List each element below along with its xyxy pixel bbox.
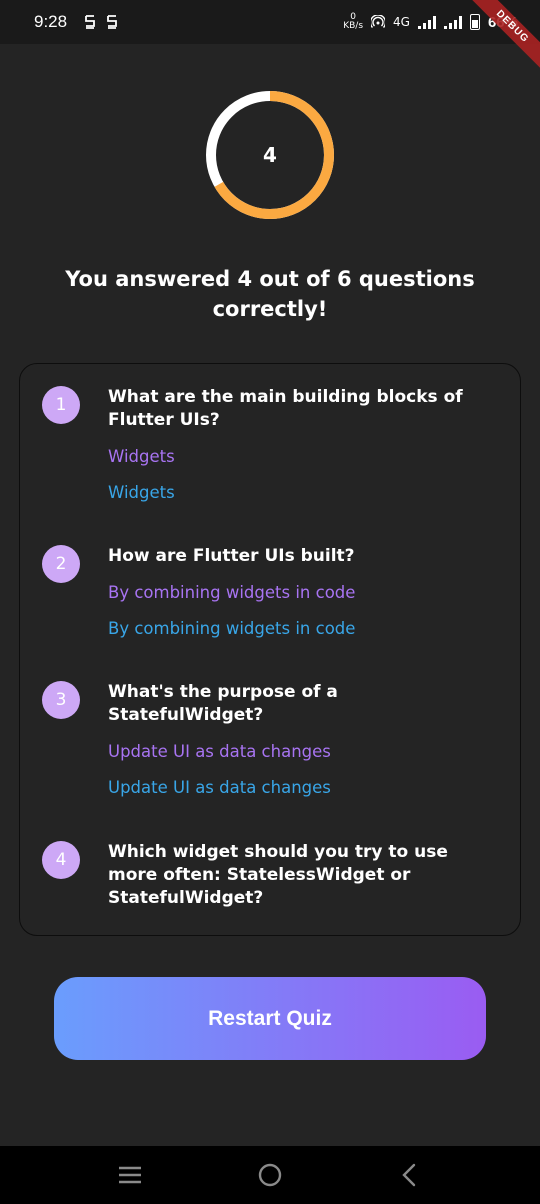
net-speed: 0 KB/s (343, 12, 364, 31)
correct-answer: Widgets (108, 483, 175, 502)
user-answer: By combining widgets in code (108, 583, 356, 602)
restart-quiz-button[interactable]: Restart Quiz (54, 977, 486, 1060)
system-nav-bar (0, 1146, 540, 1204)
signal-icon (443, 15, 462, 29)
correct-answer: By combining widgets in code (108, 619, 356, 638)
menu-icon[interactable] (116, 1161, 144, 1189)
result-title: You answered 4 out of 6 questions correc… (65, 267, 475, 321)
status-bar: 9:28 0 KB/s 4G 66% (0, 0, 540, 44)
question-text: Which widget should you try to use more … (108, 842, 448, 908)
summary-list[interactable]: 1 What are the main building blocks of F… (19, 363, 521, 936)
question-text: What's the purpose of a StatefulWidget? (108, 682, 338, 725)
question-number-badge: 1 (42, 386, 80, 424)
back-icon[interactable] (396, 1161, 424, 1189)
question-text: What are the main building blocks of Flu… (108, 387, 463, 430)
question-number-badge: 3 (42, 681, 80, 719)
question-number-badge: 2 (42, 545, 80, 583)
correct-answer: Update UI as data changes (108, 778, 331, 797)
signal-icon (417, 15, 436, 29)
app-notification-icon (85, 15, 95, 29)
network-type: 4G (393, 15, 410, 29)
user-answer: Widgets (108, 447, 175, 466)
user-answer: Update UI as data changes (108, 742, 331, 761)
app-notification-icon (107, 15, 117, 29)
hotspot-icon (371, 15, 386, 28)
battery-icon (469, 14, 480, 30)
home-icon[interactable] (256, 1161, 284, 1189)
question-number-badge: 4 (42, 841, 80, 879)
question-text: How are Flutter UIs built? (108, 546, 355, 566)
score-value: 4 (263, 143, 277, 167)
status-time: 9:28 (34, 12, 68, 31)
